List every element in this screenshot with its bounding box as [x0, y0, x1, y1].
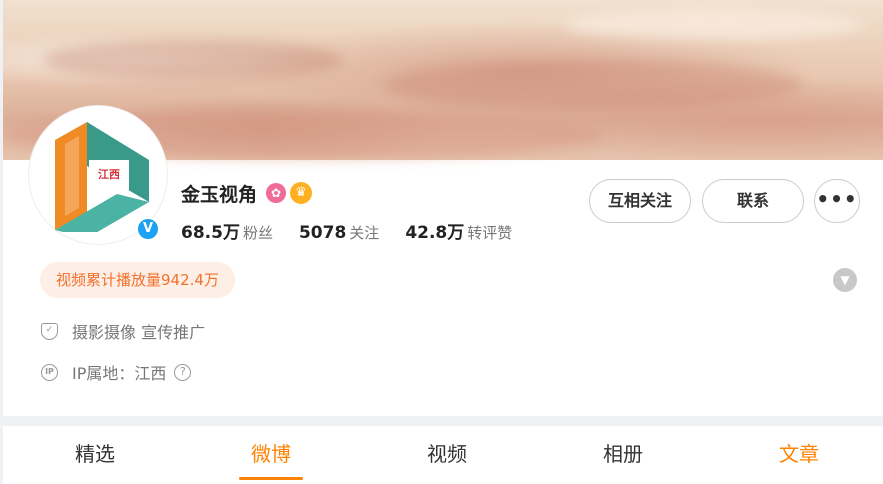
ip-icon: IP [41, 363, 58, 381]
stat-followers[interactable]: 68.5万 粉丝 [181, 218, 273, 243]
verified-v-icon: V [136, 217, 160, 241]
stat-following[interactable]: 5078 关注 [299, 222, 379, 243]
more-options-button[interactable]: ••• [814, 179, 860, 223]
expand-chevron-icon[interactable]: ▼ [833, 268, 857, 292]
film-logo-icon: 江西 [55, 122, 149, 232]
svg-text:江西: 江西 [98, 167, 120, 181]
play-count-badge: 视频累计播放量942.4万 [40, 262, 235, 298]
ip-row: IP IP属地：江西 ? [41, 360, 192, 384]
stat-interactions[interactable]: 42.8万 转评赞 [405, 218, 512, 243]
profile-name: 金玉视角 [181, 183, 258, 206]
profile-tabs: 精选 微博 视频 相册 文章 [3, 426, 883, 484]
pink-badge-icon[interactable]: ✿ [266, 183, 287, 203]
profile-stats: 68.5万 粉丝 5078 关注 42.8万 转评赞 [181, 218, 538, 243]
tab-videos[interactable]: 视频 [407, 426, 487, 484]
ip-text: IP属地：江西 [72, 364, 167, 383]
active-tab-underline [239, 477, 303, 480]
tab-weibo[interactable]: 微博 [231, 426, 311, 484]
profile-card: 江西 V 金玉视角 ✿ ♛ 68.5万 粉丝 5078 关注 42.8万 转评赞 互相… [3, 0, 883, 416]
tags-row: ✓ 摄影摄像 宣传推广 [41, 319, 205, 343]
tags-text: 摄影摄像 宣传推广 [72, 323, 206, 342]
crown-badge-icon[interactable]: ♛ [290, 182, 313, 204]
shield-icon: ✓ [41, 322, 58, 340]
tab-articles[interactable]: 文章 [759, 426, 839, 484]
tab-albums[interactable]: 相册 [583, 426, 663, 484]
help-icon[interactable]: ? [174, 363, 192, 381]
mutual-follow-button[interactable]: 互相关注 [589, 179, 691, 223]
tab-featured[interactable]: 精选 [55, 426, 135, 484]
name-row: 金玉视角 ✿ ♛ [181, 180, 313, 206]
contact-button[interactable]: 联系 [702, 179, 804, 223]
